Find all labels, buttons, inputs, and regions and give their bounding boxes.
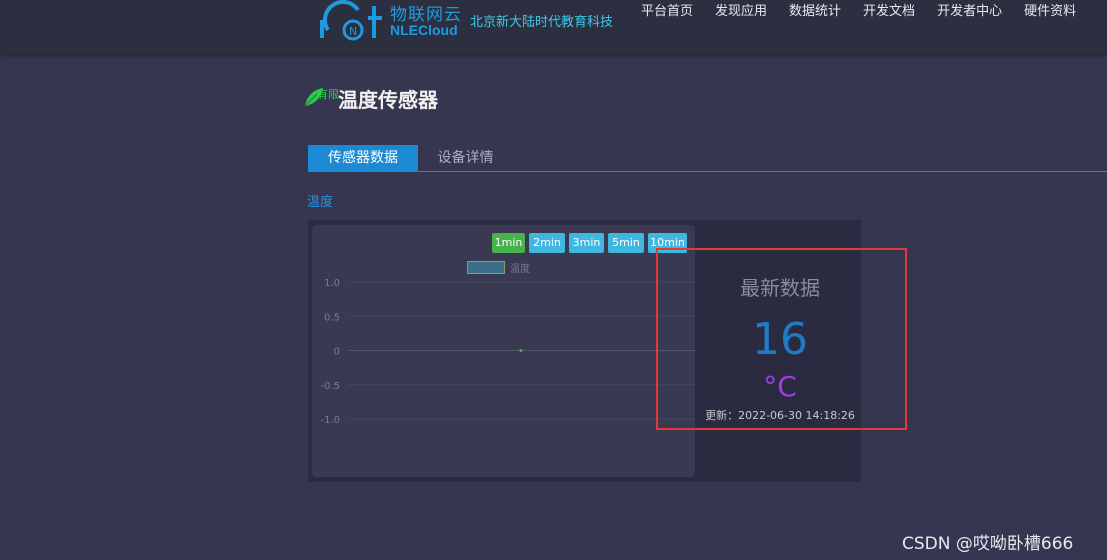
nav-hardware[interactable]: 硬件资料 [1013, 4, 1087, 20]
y-tick-label: -0.5 [320, 381, 340, 392]
logo-en-text: NLECloud [390, 22, 458, 38]
tab-bar: 传感器数据 设备详情 [308, 145, 1107, 172]
range-2min-button[interactable]: 2min [529, 233, 565, 253]
tab-sensor-data[interactable]: 传感器数据 [308, 145, 418, 171]
sensor-section-label: 温度 [307, 195, 334, 210]
watermark: CSDN @哎呦卧槽666 [902, 534, 1074, 554]
nav-docs[interactable]: 开发文档 [852, 4, 926, 20]
y-tick-label: -1.0 [320, 415, 340, 426]
nav-home[interactable]: 平台首页 [630, 4, 704, 20]
top-header: N 物联网云 NLECloud 北京新大陆时代教育科技 平台首页 发现应用 数据… [0, 0, 1107, 54]
y-tick-label: 0.5 [324, 312, 340, 323]
iot-logo-icon: N [320, 0, 382, 41]
title-badge: 有限 [317, 88, 339, 101]
nav-statistics[interactable]: 数据统计 [778, 4, 852, 20]
nav-developer-center[interactable]: 开发者中心 [926, 4, 1013, 20]
page-title: 温度传感器 [338, 88, 438, 112]
range-5min-button[interactable]: 5min [608, 233, 644, 253]
y-tick-label: 1.0 [324, 278, 340, 289]
nlecloud-logo[interactable]: N 物联网云 NLECloud [318, 0, 468, 44]
nav-discover-apps[interactable]: 发现应用 [704, 4, 778, 20]
range-3min-button[interactable]: 3min [569, 233, 604, 253]
data-point[interactable] [519, 349, 523, 352]
range-1min-button[interactable]: 1min [492, 233, 525, 253]
main-nav: 平台首页 发现应用 数据统计 开发文档 开发者中心 硬件资料 [630, 4, 1087, 20]
temperature-chart: 1.0 0.5 0 -0.5 -1.0 [320, 278, 695, 426]
highlight-annotation-box [656, 248, 907, 430]
y-tick-label: 0 [334, 347, 340, 358]
svg-text:N: N [349, 25, 357, 38]
tab-device-details[interactable]: 设备详情 [423, 145, 508, 171]
company-name: 北京新大陆时代教育科技 [470, 15, 614, 30]
